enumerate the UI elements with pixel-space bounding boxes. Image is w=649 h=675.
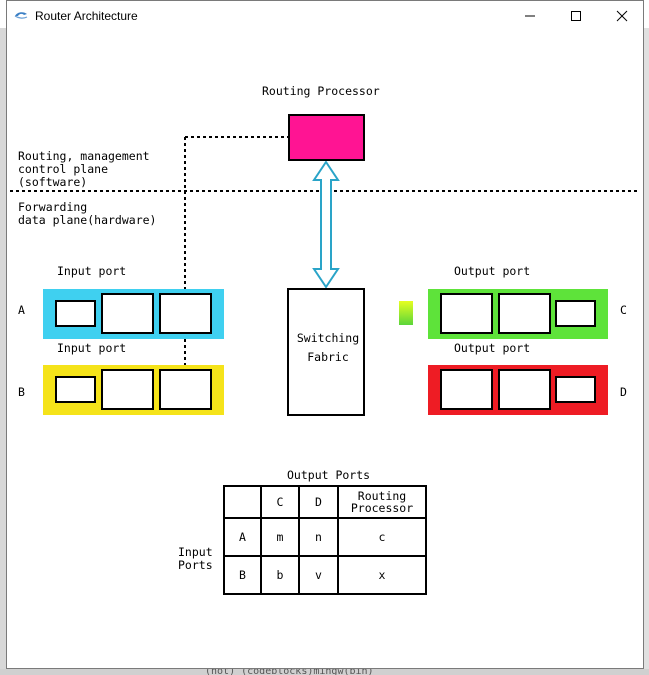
port-letter-a: A (18, 303, 25, 317)
routing-processor-box[interactable] (288, 114, 365, 161)
switching-fabric-label: Switching Fabric (291, 329, 365, 367)
input-port-a-label: Input port (57, 264, 127, 278)
input-port-b-cell-1 (55, 376, 96, 403)
port-letter-d: D (620, 385, 627, 399)
table-header-row: C D Routing Processor (223, 485, 427, 519)
table-cell-a-rp: c (337, 517, 427, 557)
output-port-c-cell-1 (440, 293, 493, 334)
table-header-routing-processor: Routing Processor (337, 485, 427, 519)
output-port-c-label: Output port (454, 264, 531, 278)
packet-indicator (399, 301, 413, 325)
table-row: A m n c (223, 517, 427, 557)
input-port-b-label: Input port (57, 341, 127, 355)
output-port-c-cell-2 (498, 293, 551, 334)
output-port-c-cell-3 (555, 300, 596, 327)
table-header-rp-line-2: Processor (350, 501, 414, 515)
table-cell-b-d: v (298, 555, 339, 595)
output-port-d[interactable] (428, 365, 608, 415)
table-row-input-b: B (223, 555, 262, 595)
table-header-d: D (298, 485, 339, 519)
table-cell-a-d: n (298, 517, 339, 557)
output-port-d-label: Output port (454, 341, 531, 355)
output-port-d-cell-3 (555, 376, 596, 403)
input-port-a-cell-2 (101, 293, 154, 334)
table-caption: Output Ports (287, 468, 371, 482)
table-row: B b v x (223, 555, 427, 595)
routing-processor-label: Routing Processor (262, 84, 380, 98)
input-port-b-cell-3 (159, 369, 212, 410)
switching-fabric-line-1: Switching (296, 331, 360, 345)
output-port-d-cell-2 (498, 369, 551, 410)
table-cell-a-c: m (260, 517, 300, 557)
port-letter-b: B (18, 385, 25, 399)
table-row-input-a: A (223, 517, 262, 557)
control-plane-line-3: (software) (18, 175, 88, 189)
table-row-header-line-2: Ports (178, 558, 213, 572)
input-port-b-cell-2 (101, 369, 154, 410)
table-cell-b-rp: x (337, 555, 427, 595)
bidirectional-arrow (312, 160, 340, 289)
switching-fabric-line-2: Fabric (307, 350, 349, 364)
table-cell-b-c: b (260, 555, 300, 595)
data-plane-line-2: data plane(hardware) (18, 213, 157, 227)
input-port-a[interactable] (43, 289, 224, 339)
diagram-canvas: Routing Processor Routing, management co… (7, 1, 645, 670)
router-architecture-window: Router Architecture Routing Processor Ro… (6, 0, 644, 669)
output-port-c[interactable] (428, 289, 608, 339)
input-port-a-cell-1 (55, 300, 96, 327)
input-port-b[interactable] (43, 365, 224, 415)
input-port-a-cell-3 (159, 293, 212, 334)
table-corner-cell (223, 485, 262, 519)
output-port-d-cell-1 (440, 369, 493, 410)
table-header-c: C (260, 485, 300, 519)
forwarding-table: C D Routing Processor A m n c B b v x (223, 485, 427, 595)
port-letter-c: C (620, 303, 627, 317)
